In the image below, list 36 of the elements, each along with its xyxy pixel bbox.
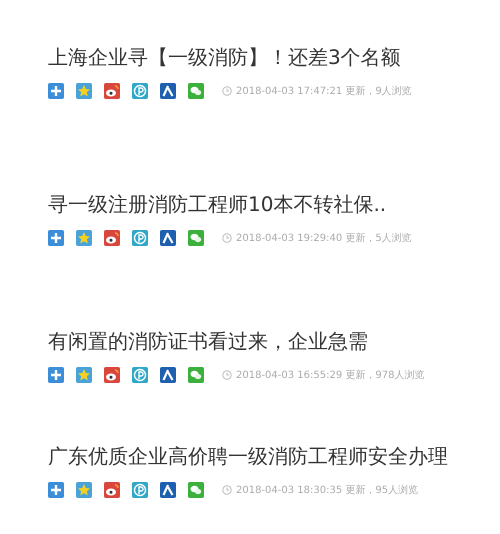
weibo-icon[interactable] [104,482,120,498]
plus-icon[interactable] [48,367,64,383]
p-icon[interactable] [132,83,148,99]
post-title[interactable]: 有闲置的消防证书看过来，企业急需 [48,328,500,355]
update-info: 2018-04-03 17:47:21 更新，9人浏览 [236,84,412,98]
star-icon[interactable] [76,230,92,246]
wechat-icon[interactable] [188,230,204,246]
p-icon[interactable] [132,482,148,498]
post-title[interactable]: 上海企业寻【一级消防】！还差3个名额 [48,44,500,71]
person-icon[interactable] [160,367,176,383]
plus-icon[interactable] [48,83,64,99]
clock-icon [222,485,232,495]
update-info: 2018-04-03 18:30:35 更新，95人浏览 [236,484,418,497]
p-icon[interactable] [132,230,148,246]
update-info: 2018-04-03 19:29:40 更新，5人浏览 [236,232,412,245]
clock-icon [222,86,232,96]
clock-icon [222,370,232,380]
clock-icon [222,233,232,243]
weibo-icon[interactable] [104,367,120,383]
update-info: 2018-04-03 16:55:29 更新，978人浏览 [236,368,424,382]
post-title[interactable]: 广东优质企业高价聘一级消防工程师安全办理 [48,443,500,470]
person-icon[interactable] [160,230,176,246]
plus-icon[interactable] [48,482,64,498]
person-icon[interactable] [160,83,176,99]
wechat-icon[interactable] [188,482,204,498]
star-icon[interactable] [76,482,92,498]
person-icon[interactable] [160,482,176,498]
post-title[interactable]: 寻一级注册消防工程师10本不转社保.. [48,191,500,218]
wechat-icon[interactable] [188,83,204,99]
star-icon[interactable] [76,367,92,383]
plus-icon[interactable] [48,230,64,246]
weibo-icon[interactable] [104,230,120,246]
p-icon[interactable] [132,367,148,383]
wechat-icon[interactable] [188,367,204,383]
weibo-icon[interactable] [104,83,120,99]
star-icon[interactable] [76,83,92,99]
